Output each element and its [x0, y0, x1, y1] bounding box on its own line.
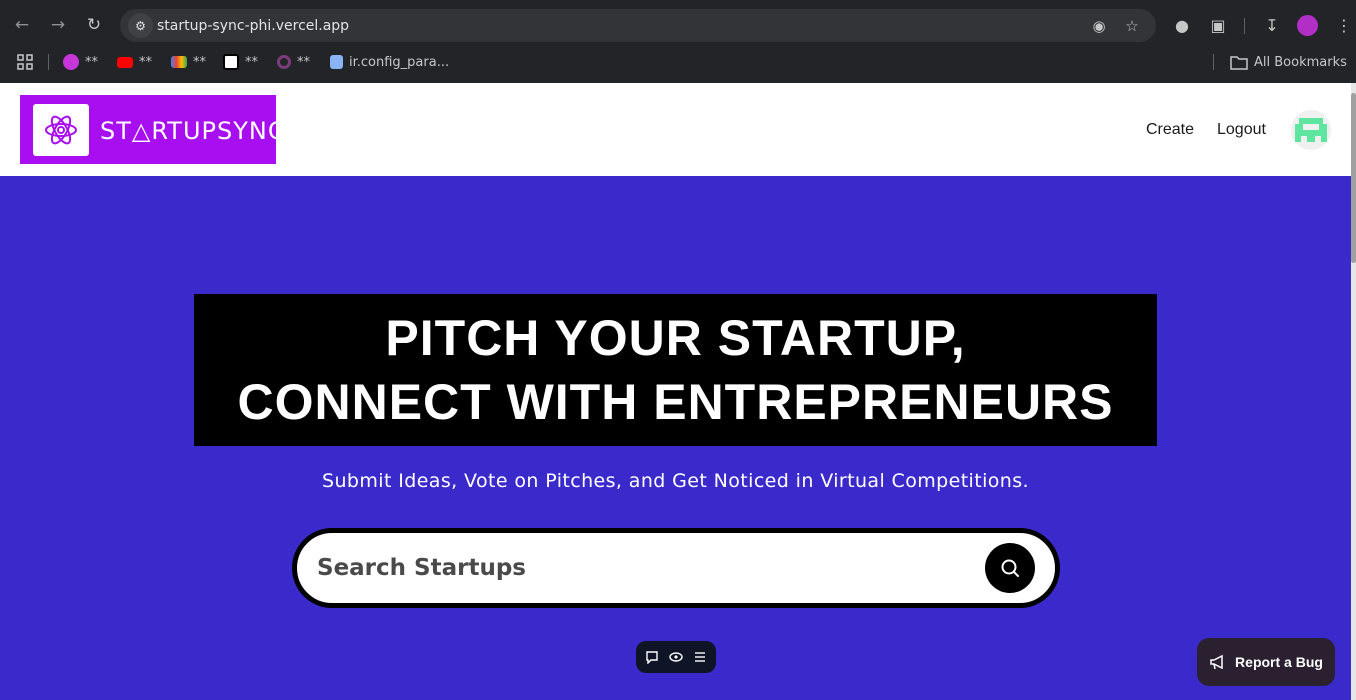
chat-icon[interactable] — [645, 650, 659, 664]
list-icon[interactable] — [693, 650, 707, 664]
bookmarks-bar: ** ** ** ** ** ir.config_para... All Boo… — [0, 49, 1356, 75]
toolbar-divider — [1244, 18, 1245, 34]
site-header: ST△RTUPSYNC Create Logout — [0, 83, 1351, 176]
bookmark-item[interactable]: ir.config_para... — [330, 49, 449, 75]
page-scrollbar[interactable] — [1351, 83, 1356, 700]
dev-toolbar — [636, 641, 716, 673]
headline-line-1: PITCH YOUR STARTUP, — [385, 310, 966, 366]
notion-icon — [223, 54, 239, 70]
all-bookmarks[interactable]: All Bookmarks — [1230, 49, 1347, 75]
folder-icon — [1230, 56, 1248, 70]
gmail-icon — [171, 56, 187, 68]
youtube-icon — [117, 56, 133, 68]
bookmark-label: ir.config_para... — [349, 54, 450, 70]
search-form — [292, 528, 1060, 608]
circle-icon — [277, 55, 291, 69]
address-bar[interactable]: ⚙ startup-sync-phi.vercel.app ◉ ☆ — [120, 9, 1156, 42]
logo[interactable]: ST△RTUPSYNC — [20, 95, 285, 164]
bookmark-item[interactable]: ** — [171, 49, 206, 75]
eye-off-icon[interactable]: ◉ — [1088, 15, 1110, 37]
bookmark-item[interactable]: ** — [223, 49, 258, 75]
eye-icon[interactable] — [669, 650, 683, 664]
bookmark-label: ** — [297, 54, 310, 70]
browser-toolbar: ← → ↻ ⚙ startup-sync-phi.vercel.app ◉ ☆ … — [0, 6, 1356, 44]
report-bug-button[interactable]: Report a Bug — [1197, 638, 1335, 686]
bookmark-favicon — [63, 54, 79, 70]
forward-icon[interactable]: → — [45, 12, 71, 38]
puzzle-icon[interactable]: ▣ — [1206, 13, 1230, 37]
create-link[interactable]: Create — [1146, 121, 1194, 139]
logout-link[interactable]: Logout — [1217, 121, 1266, 139]
headline-box: PITCH YOUR STARTUP, CONNECT WITH ENTREPR… — [194, 294, 1157, 446]
megaphone-icon — [1210, 654, 1223, 670]
apps-icon[interactable] — [16, 49, 34, 75]
report-bug-label: Report a Bug — [1235, 654, 1323, 670]
bookmark-label: ** — [85, 54, 98, 70]
search-button[interactable] — [985, 543, 1035, 593]
star-icon[interactable]: ☆ — [1121, 15, 1143, 37]
document-icon — [330, 55, 343, 69]
bookmark-label: ** — [139, 54, 152, 70]
search-input[interactable] — [317, 545, 977, 591]
reload-icon[interactable]: ↻ — [81, 12, 107, 38]
logo-atom-icon — [33, 104, 89, 156]
bookmark-item[interactable]: ** — [117, 49, 152, 75]
profile-avatar[interactable] — [1297, 15, 1318, 36]
bookmarks-divider — [1213, 54, 1214, 70]
scroll-thumb[interactable] — [1351, 93, 1356, 263]
bookmark-item[interactable]: ** — [63, 49, 98, 75]
avatar[interactable] — [1291, 110, 1331, 150]
url-text[interactable]: startup-sync-phi.vercel.app — [157, 18, 349, 34]
bookmark-item[interactable]: ** — [277, 49, 310, 75]
extension-icon[interactable]: ● — [1170, 13, 1194, 37]
menu-icon[interactable]: ⋮ — [1332, 13, 1356, 37]
headline-line-2: CONNECT WITH ENTREPRENEURS — [237, 374, 1114, 430]
bookmarks-divider — [48, 54, 49, 70]
bookmark-label: ** — [193, 54, 206, 70]
hero-section: PITCH YOUR STARTUP, CONNECT WITH ENTREPR… — [0, 176, 1351, 700]
browser-chrome: ← → ↻ ⚙ startup-sync-phi.vercel.app ◉ ☆ … — [0, 0, 1356, 83]
hero-subtitle: Submit Ideas, Vote on Pitches, and Get N… — [322, 470, 1029, 492]
bookmark-label: ** — [245, 54, 258, 70]
site-settings-icon[interactable]: ⚙ — [128, 13, 153, 38]
logo-text: ST△RTUPSYNC — [100, 117, 286, 145]
search-icon — [1001, 559, 1019, 577]
back-icon[interactable]: ← — [9, 12, 35, 38]
all-bookmarks-label: All Bookmarks — [1254, 54, 1347, 70]
download-icon[interactable]: ↧ — [1260, 13, 1284, 37]
